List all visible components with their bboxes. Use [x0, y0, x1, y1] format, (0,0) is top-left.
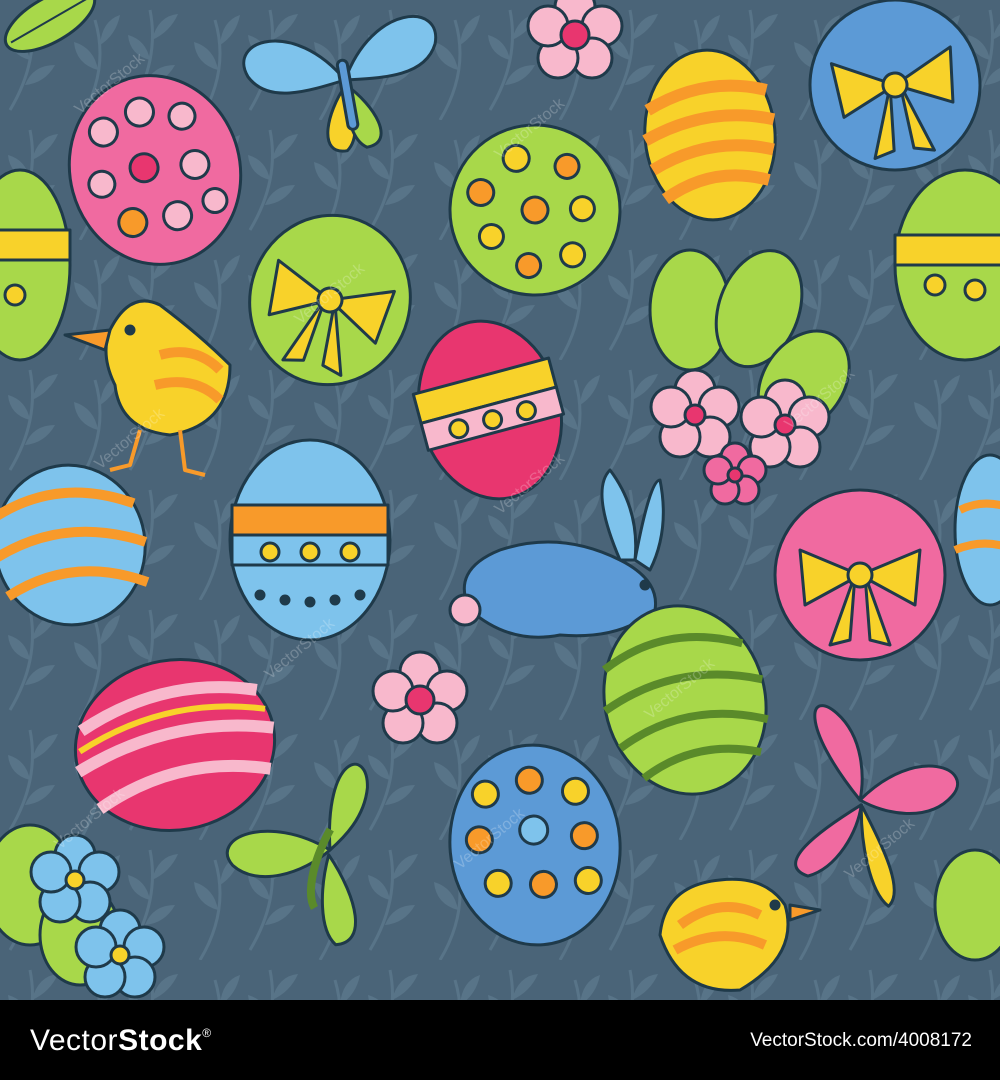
egg-icon [228, 438, 392, 642]
stage: VectorStock VectorStock VectorStock Vect… [0, 0, 1000, 1080]
brand-light: Vector [30, 1024, 119, 1057]
easter-pattern: VectorStock VectorStock VectorStock Vect… [0, 0, 1000, 1000]
image-url: VectorStock.com/4008172 [750, 1030, 972, 1051]
brand-logo: VectorStock® [30, 1024, 212, 1058]
leaf-icon [933, 848, 1000, 962]
egg-icon [773, 488, 947, 662]
footer-bar: VectorStock® VectorStock.com/4008172 [0, 1000, 1000, 1080]
flower-icon [526, 0, 624, 80]
registered-mark: ® [202, 1026, 212, 1040]
brand-bold: Stock [118, 1024, 203, 1057]
